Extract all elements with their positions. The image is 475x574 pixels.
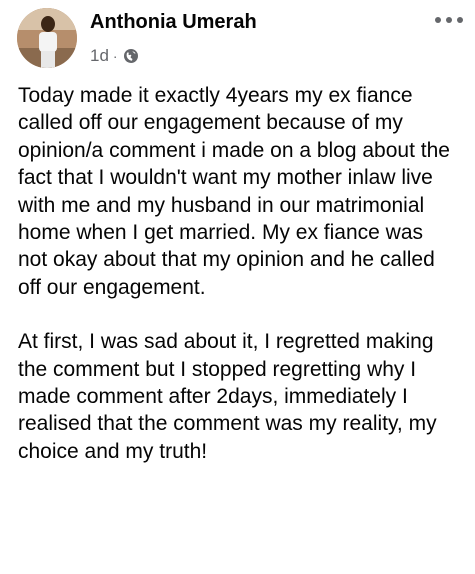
more-options-button[interactable] xyxy=(429,10,469,30)
post-meta: 1d · xyxy=(90,46,139,66)
post-paragraph-2: At first, I was sad about it, I regrette… xyxy=(18,330,437,463)
author-name[interactable]: Anthonia Umerah xyxy=(90,11,257,34)
more-options-icon xyxy=(435,17,463,23)
post-paragraph-1: Today made it exactly 4years my ex fianc… xyxy=(18,84,450,299)
post-timestamp[interactable]: 1d xyxy=(90,46,109,66)
avatar[interactable] xyxy=(17,8,77,68)
post-header: Anthonia Umerah 1d · xyxy=(0,0,475,80)
globe-icon[interactable] xyxy=(123,48,139,64)
post-text: Today made it exactly 4years my ex fianc… xyxy=(18,82,458,492)
avatar-photo xyxy=(17,8,77,68)
meta-separator: · xyxy=(112,48,118,64)
